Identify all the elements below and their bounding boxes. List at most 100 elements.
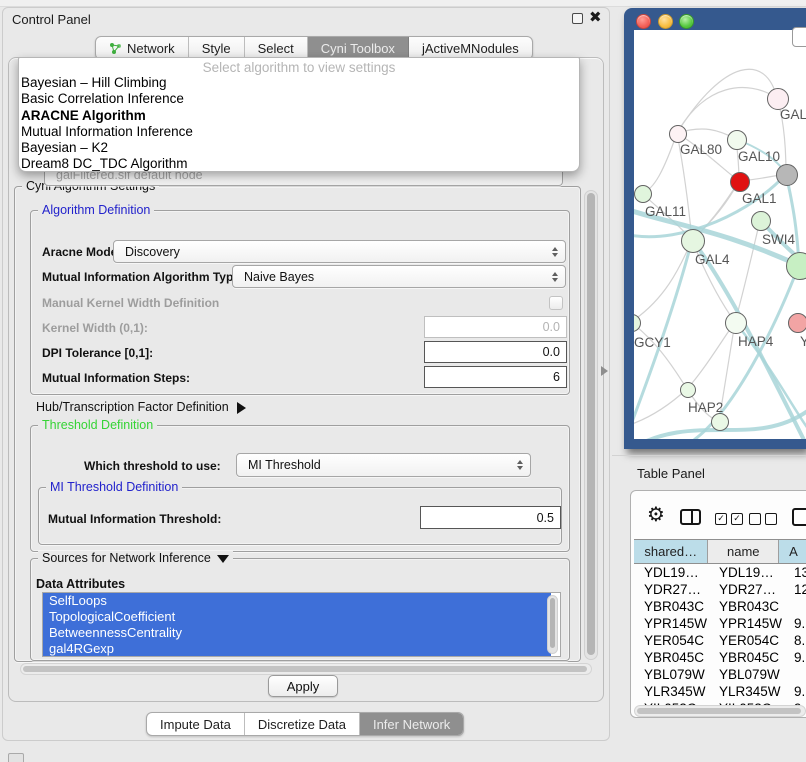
dpi-tolerance-value: 0.0 (543, 345, 560, 359)
node-label: GAL80 (680, 142, 722, 157)
table-row[interactable]: YDL19…YDL19…13 (634, 564, 806, 581)
column-header-name[interactable]: name (708, 540, 779, 563)
table-rows[interactable]: YDL19…YDL19…13 YDR27…YDR27…12 YBR043CYBR… (634, 564, 806, 705)
tab-impute-data[interactable]: Impute Data (147, 713, 245, 735)
node-label: HAP2 (688, 400, 723, 415)
which-threshold-label: Which threshold to use: (84, 459, 221, 473)
node-label: HAP4 (738, 334, 773, 349)
algorithm-option[interactable]: Bayesian – Hill Climbing (19, 75, 579, 91)
tab-infer-network[interactable]: Infer Network (360, 713, 463, 735)
network-node-gal1-selected[interactable] (730, 172, 750, 192)
attribute-item[interactable]: gal4RGexp (43, 641, 551, 657)
table-row[interactable]: YBR045CYBR045C9. (634, 649, 806, 666)
mi-threshold-group-title: MI Threshold Definition (46, 480, 182, 494)
network-node-gal11[interactable] (634, 185, 652, 203)
table-row[interactable]: YLR345WYLR345W9. (634, 683, 806, 700)
network-canvas[interactable]: GAL GAL80 GAL10 GAL1 GAL11 SWI4 GAL4 GCY… (634, 30, 806, 439)
data-attributes-list[interactable]: SelfLoops TopologicalCoefficient Between… (42, 592, 561, 657)
node-label: SWI4 (762, 232, 795, 247)
attribute-item[interactable]: BetweennessCentrality (43, 625, 551, 641)
expand-right-icon (237, 402, 246, 414)
mi-threshold-field[interactable]: 0.5 (420, 506, 561, 529)
tab-network[interactable]: Network (96, 37, 189, 59)
tab-jactivemnodules-label: jActiveMNodules (422, 41, 519, 56)
aracne-mode-combo[interactable]: Discovery (113, 240, 566, 263)
algorithm-dropdown-placeholder: Select algorithm to view settings (19, 60, 579, 75)
network-node-big-green[interactable] (786, 252, 806, 280)
minimize-window-icon[interactable] (658, 14, 673, 29)
splitter-collapse-icon[interactable] (601, 366, 608, 376)
select-all-checks-icon[interactable]: ✓✓ (715, 513, 743, 525)
network-node-swi4[interactable] (751, 211, 771, 231)
close-panel-button[interactable]: ✖ (589, 8, 602, 26)
tab-select[interactable]: Select (245, 37, 308, 59)
table-row[interactable]: YER054CYER054C8. (634, 632, 806, 649)
table-row[interactable]: YBL079WYBL079W (634, 666, 806, 683)
sources-group-title[interactable]: Sources for Network Inference (38, 551, 233, 565)
tab-cyni-toolbox-label: Cyni Toolbox (321, 41, 395, 56)
tab-infer-network-label: Infer Network (373, 717, 450, 732)
mi-steps-value: 6 (553, 370, 560, 384)
column-header-shared-name[interactable]: shared… (634, 540, 708, 563)
data-attributes-label: Data Attributes (36, 577, 125, 591)
gear-icon[interactable]: ⚙ (647, 504, 665, 524)
apply-button-label: Apply (287, 679, 320, 694)
network-node-gal4[interactable] (681, 229, 705, 253)
threshold-definition-title: Threshold Definition (38, 418, 157, 432)
attribute-item[interactable]: TopologicalCoefficient (43, 609, 551, 625)
column-header-third[interactable]: A (779, 540, 806, 563)
mi-steps-field[interactable]: 6 (424, 366, 567, 388)
algorithm-option[interactable]: Bayesian – K2 (19, 140, 579, 156)
network-node-gal80[interactable] (669, 125, 687, 143)
top-strip (0, 0, 806, 7)
aracne-mode-label: Aracne Mode: (42, 245, 121, 259)
table-panel-divider (612, 455, 806, 456)
attribute-item[interactable]: SelfLoops (43, 593, 551, 609)
algorithm-option[interactable]: Dream8 DC_TDC Algorithm (19, 156, 579, 172)
algorithm-option[interactable]: Mutual Information Inference (19, 124, 579, 140)
kernel-width-field[interactable]: 0.0 (424, 316, 567, 338)
column-layout-icon[interactable] (680, 509, 701, 525)
settings-vertical-scrollbar[interactable] (584, 190, 598, 660)
dpi-tolerance-field[interactable]: 0.0 (424, 341, 567, 363)
table-row[interactable]: YPR145WYPR145W9. (634, 615, 806, 632)
float-window-button[interactable] (572, 13, 583, 24)
combo-arrows-icon (552, 247, 558, 257)
table-horizontal-scrollbar[interactable] (634, 705, 806, 717)
which-threshold-combo[interactable]: MI Threshold (236, 453, 531, 477)
table-row[interactable]: YBR043CYBR043C (634, 598, 806, 615)
table-header-row: shared… name A (634, 539, 806, 564)
settings-horizontal-scrollbar[interactable] (20, 663, 592, 675)
network-node-hap2[interactable] (680, 382, 696, 398)
network-node-bottom[interactable] (711, 413, 729, 431)
attributes-list-scrollbar[interactable] (547, 595, 558, 654)
apply-button[interactable]: Apply (268, 675, 338, 697)
tab-discretize-data-label: Discretize Data (258, 717, 346, 732)
network-node-gray[interactable] (776, 164, 798, 186)
minimized-panel-button[interactable] (8, 753, 24, 762)
network-node-hap4[interactable] (725, 312, 747, 334)
node-label: GAL4 (695, 252, 730, 267)
close-window-icon[interactable] (636, 14, 651, 29)
manual-kernel-checkbox[interactable] (549, 296, 563, 310)
maximize-window-icon[interactable] (679, 14, 694, 29)
network-node-gal10[interactable] (727, 130, 747, 150)
deselect-all-checks-icon[interactable] (749, 513, 777, 525)
algorithm-option[interactable]: Basic Correlation Inference (19, 91, 579, 107)
control-panel-title: Control Panel (12, 12, 91, 27)
network-toolbar-stub[interactable] (792, 27, 806, 47)
tab-style[interactable]: Style (189, 37, 245, 59)
algorithm-option-selected[interactable]: ARACNE Algorithm (19, 108, 579, 124)
tab-select-label: Select (258, 41, 294, 56)
node-label: Y (800, 334, 806, 349)
tab-discretize-data[interactable]: Discretize Data (245, 713, 360, 735)
tab-jactivemnodules[interactable]: jActiveMNodules (409, 37, 532, 59)
table-row[interactable]: YDR27…YDR27…12 (634, 581, 806, 598)
node-label: GAL11 (645, 204, 686, 219)
combo-arrows-icon (517, 460, 523, 470)
hub-definition-toggle[interactable]: Hub/Transcription Factor Definition (36, 400, 246, 414)
mi-type-combo[interactable]: Naive Bayes (232, 265, 566, 288)
network-node-salmon[interactable] (788, 313, 806, 333)
document-icon[interactable] (792, 508, 806, 526)
tab-cyni-toolbox[interactable]: Cyni Toolbox (308, 37, 409, 59)
